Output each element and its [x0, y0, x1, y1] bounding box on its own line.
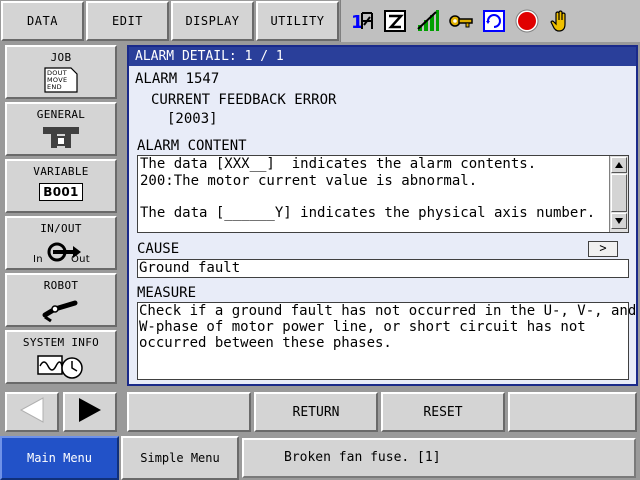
cycle-mode-icon[interactable]: [481, 8, 507, 34]
alarm-sub-code: [2003]: [167, 111, 218, 127]
alarm-name: CURRENT FEEDBACK ERROR: [151, 92, 337, 108]
key-icon[interactable]: [448, 8, 474, 34]
nav-general-label: GENERAL: [36, 108, 86, 121]
alarm-detail-panel: ALARM DETAIL: 1 / 1 ALARM 1547 CURRENT F…: [127, 45, 638, 386]
content-scrollbar[interactable]: [609, 156, 628, 232]
nav-general[interactable]: GENERAL: [5, 102, 117, 156]
menu-edit[interactable]: EDIT: [86, 1, 169, 41]
svg-text:END: END: [47, 83, 62, 91]
panel-title: ALARM DETAIL: 1 / 1: [129, 47, 636, 66]
content-line: 200:The motor current value is abnormal.: [140, 173, 478, 189]
in-label: In: [33, 254, 43, 265]
measure-line: occurred between these phases.: [139, 335, 392, 351]
nav-in-out[interactable]: IN/OUT In Out: [5, 216, 117, 270]
scroll-down-button[interactable]: [611, 213, 627, 229]
out-label: Out: [71, 254, 91, 265]
edit-page-icon[interactable]: [382, 8, 408, 34]
scroll-up-button[interactable]: [611, 157, 627, 173]
measure-box: Check if a ground fault has not occurred…: [137, 302, 636, 380]
stop-icon[interactable]: [514, 8, 540, 34]
menu-utility[interactable]: UTILITY: [256, 1, 339, 41]
scroll-thumb[interactable]: [611, 174, 627, 212]
nav-variable-label: VARIABLE: [33, 165, 89, 178]
simple-menu-button[interactable]: Simple Menu: [121, 436, 239, 480]
menu-data[interactable]: DATA: [1, 1, 84, 41]
content-line: The data [XXX__] indicates the alarm con…: [140, 156, 537, 172]
nav-job[interactable]: JOB DOUT MOVE END: [5, 45, 117, 99]
in-out-icon: In Out: [31, 238, 91, 266]
tool-icon: [41, 124, 81, 153]
coordinate-axis-icon[interactable]: 1: [349, 8, 375, 34]
alarm-number: ALARM 1547: [135, 71, 220, 87]
scroll-up-icon: [615, 162, 623, 168]
status-bar: 1: [340, 0, 640, 42]
cause-text: Ground fault: [137, 259, 629, 278]
variable-icon: B001: [39, 183, 83, 201]
nav-job-label: JOB: [50, 51, 72, 64]
top-menu: DATA EDIT DISPLAY UTILITY: [0, 0, 340, 42]
cause-label: CAUSE: [137, 241, 180, 257]
measure-line: W-phase of motor power line, or short ci…: [139, 319, 586, 335]
system-info-icon: [36, 352, 86, 383]
nav-system-info[interactable]: SYSTEM INFO: [5, 330, 117, 384]
page-back-button[interactable]: [5, 392, 59, 432]
robot-arm-icon: [41, 295, 81, 326]
content-line: The data [______Y] indicates the physica…: [140, 205, 596, 221]
page-forward-button[interactable]: [63, 392, 117, 432]
arrow-left-icon: [17, 396, 47, 428]
main-menu-button[interactable]: Main Menu: [0, 436, 119, 480]
cause-detail-button[interactable]: >: [588, 241, 618, 257]
alarm-content-label: ALARM CONTENT: [137, 138, 247, 154]
menu-display[interactable]: DISPLAY: [171, 1, 254, 41]
main-area: ALARM DETAIL: 1 / 1 ALARM 1547 CURRENT F…: [124, 42, 640, 388]
bottom-buttons: RETURN RESET: [124, 388, 640, 434]
nav-variable[interactable]: VARIABLE B001: [5, 159, 117, 213]
nav-robot[interactable]: ROBOT: [5, 273, 117, 327]
alarm-content-box[interactable]: The data [XXX__] indicates the alarm con…: [137, 155, 629, 233]
status-message: Broken fan fuse. [1]: [242, 438, 636, 478]
arrow-right-icon: [75, 396, 105, 428]
left-nav: JOB DOUT MOVE END GENERAL VARIABLE B001 …: [0, 42, 124, 434]
measure-line: Check if a ground fault has not occurred…: [139, 303, 637, 319]
page-arrows: [5, 392, 117, 432]
nav-in-out-label: IN/OUT: [40, 222, 82, 235]
measure-label: MEASURE: [137, 285, 197, 301]
nav-robot-label: ROBOT: [43, 279, 79, 292]
blank-button-4[interactable]: [508, 392, 637, 432]
return-button[interactable]: RETURN: [254, 392, 378, 432]
blank-button-1[interactable]: [127, 392, 251, 432]
hand-icon[interactable]: [547, 8, 573, 34]
nav-system-info-label: SYSTEM INFO: [22, 336, 100, 349]
scroll-down-icon: [615, 218, 623, 224]
footer: Main Menu Simple Menu Broken fan fuse. […: [0, 434, 640, 480]
job-doc-icon: DOUT MOVE END: [43, 67, 79, 96]
signal-level-icon[interactable]: [415, 8, 441, 34]
reset-button[interactable]: RESET: [381, 392, 505, 432]
